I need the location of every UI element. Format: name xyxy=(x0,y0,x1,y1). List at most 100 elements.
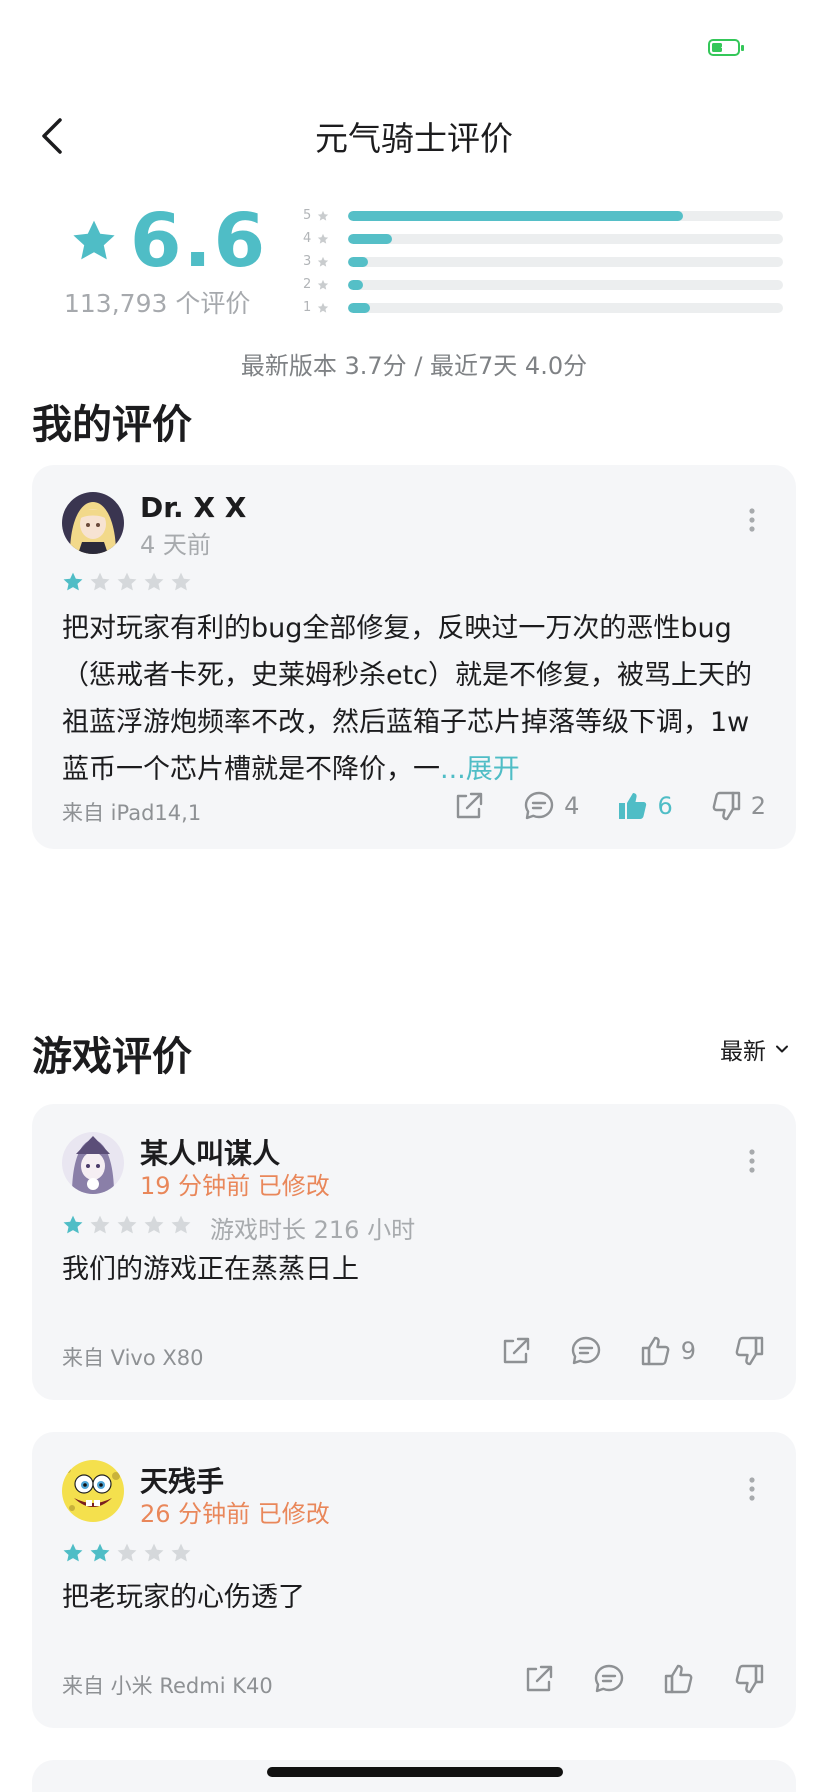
review-text[interactable]: 把老玩家的心伤透了 xyxy=(62,1574,762,1621)
comment-button[interactable] xyxy=(592,1662,626,1696)
more-icon[interactable] xyxy=(748,1148,756,1174)
distribution-track xyxy=(348,210,783,221)
distribution-label: 2 xyxy=(303,277,347,292)
distribution-star-count: 2 xyxy=(303,277,312,292)
thumbs-down-icon xyxy=(735,1336,764,1366)
distribution-track xyxy=(348,233,783,244)
my-review-card: Dr. X X 4 天前 把对玩家有利的bug全部修复，反映过一万次的恶性bug… xyxy=(32,465,796,849)
comment-button[interactable] xyxy=(569,1334,603,1368)
like-button[interactable] xyxy=(662,1662,696,1696)
review-actions: 4 6 2 xyxy=(416,789,766,823)
page-title: 元气骑士评价 xyxy=(315,119,513,158)
distribution-track xyxy=(348,302,783,313)
share-button[interactable] xyxy=(522,1662,556,1696)
rating-summary: 6.6 113,793 个评价 5 4 3 2 1 最新版本 3.7分 / 最近7天 4… xyxy=(0,190,828,390)
star-icon xyxy=(63,572,83,591)
distribution-label: 5 xyxy=(303,208,347,223)
review-body: 把对玩家有利的bug全部修复，反映过一万次的恶性bug（惩戒者卡死，史莱姆秒杀e… xyxy=(62,613,753,785)
thumbs-up-icon xyxy=(641,1336,670,1366)
distribution-row-5: 5 xyxy=(303,204,783,227)
star-icon xyxy=(73,220,115,260)
expand-link[interactable]: ...展开 xyxy=(440,754,520,785)
review-text[interactable]: 我们的游戏正在蒸蒸日上 xyxy=(62,1246,762,1293)
star-icon xyxy=(144,572,164,591)
star-icon xyxy=(171,1215,191,1234)
thumbs-down-icon xyxy=(735,1664,764,1694)
star-icon xyxy=(117,572,137,591)
sort-dropdown[interactable]: 最新 xyxy=(720,1032,790,1066)
star-icon xyxy=(90,1543,110,1562)
version-score-line: 最新版本 3.7分 / 最近7天 4.0分 xyxy=(240,352,588,380)
distribution-fill xyxy=(348,233,392,244)
comment-icon xyxy=(571,1336,600,1365)
home-indicator xyxy=(267,1767,563,1777)
star-rating xyxy=(62,1214,197,1236)
star-rating xyxy=(62,571,197,593)
review-time: 26 分钟前 已修改 xyxy=(140,1500,330,1528)
star-icon xyxy=(318,279,329,290)
share-icon xyxy=(503,1337,529,1364)
dislike-button[interactable] xyxy=(732,1334,766,1368)
star-icon xyxy=(90,1215,110,1234)
star-icon xyxy=(90,572,110,591)
avatar[interactable] xyxy=(62,492,124,554)
comment-icon xyxy=(594,1664,624,1693)
dislike-count: 2 xyxy=(750,792,766,820)
distribution-track xyxy=(348,256,783,267)
thumbs-up-icon xyxy=(619,793,647,819)
distribution-star-count: 1 xyxy=(303,300,312,315)
star-rating xyxy=(62,1542,197,1564)
like-count: 9 xyxy=(680,1337,696,1365)
sort-label: 最新 xyxy=(720,1039,766,1065)
review-card: 某人叫谋人 19 分钟前 已修改 游戏时长 216 小时 我们的游戏正在蒸蒸日上… xyxy=(32,1104,796,1400)
distribution-label: 3 xyxy=(303,254,347,269)
like-button[interactable]: 6 xyxy=(615,789,673,823)
distribution-fill xyxy=(348,279,364,290)
thumbs-down-icon xyxy=(712,791,740,821)
star-icon xyxy=(318,256,329,267)
overall-score: 6.6 xyxy=(70,204,267,278)
dislike-button[interactable]: 2 xyxy=(709,789,766,823)
distribution-fill xyxy=(348,256,368,267)
star-icon xyxy=(318,233,329,244)
review-card: 天残手 26 分钟前 已修改 把老玩家的心伤透了 来自 小米 Redmi K40 xyxy=(32,1432,796,1728)
review-text[interactable]: 把对玩家有利的bug全部修复，反映过一万次的恶性bug（惩戒者卡死，史莱姆秒杀e… xyxy=(62,605,762,793)
share-button[interactable] xyxy=(499,1334,533,1368)
share-button[interactable] xyxy=(452,789,486,823)
avatar[interactable] xyxy=(62,1460,124,1522)
distribution-row-4: 4 xyxy=(303,227,783,250)
distribution-star-count: 3 xyxy=(303,254,312,269)
share-icon xyxy=(526,1665,553,1692)
distribution-star-count: 5 xyxy=(303,208,312,223)
more-icon[interactable] xyxy=(748,507,756,533)
star-icon xyxy=(117,1543,137,1562)
like-button[interactable]: 9 xyxy=(639,1334,696,1368)
distribution-label: 1 xyxy=(303,300,347,315)
distribution-track xyxy=(348,279,783,290)
review-actions xyxy=(486,1662,766,1696)
comment-button[interactable]: 4 xyxy=(522,789,579,823)
distribution-label: 4 xyxy=(303,231,347,246)
review-actions: 9 xyxy=(463,1334,766,1368)
star-icon xyxy=(144,1543,164,1562)
device-source: 来自 小米 Redmi K40 xyxy=(62,1674,273,1698)
comment-count: 4 xyxy=(564,792,580,820)
rating-distribution: 5 4 3 2 1 xyxy=(303,204,783,319)
star-icon xyxy=(63,1215,83,1234)
more-icon[interactable] xyxy=(748,1476,756,1502)
distribution-row-3: 3 xyxy=(303,250,783,273)
like-count: 6 xyxy=(657,792,673,820)
nav-bar: 元气骑士评价 xyxy=(0,100,828,170)
battery-icon xyxy=(708,39,744,56)
dislike-button[interactable] xyxy=(732,1662,766,1696)
share-icon xyxy=(456,792,483,819)
star-icon xyxy=(318,302,329,313)
star-icon xyxy=(63,1543,83,1562)
review-time: 4 天前 xyxy=(140,531,211,559)
avatar[interactable] xyxy=(62,1132,124,1194)
distribution-row-1: 1 xyxy=(303,296,783,319)
star-icon xyxy=(318,210,329,221)
distribution-fill xyxy=(348,210,683,221)
star-icon xyxy=(117,1215,137,1234)
distribution-fill xyxy=(348,302,370,313)
